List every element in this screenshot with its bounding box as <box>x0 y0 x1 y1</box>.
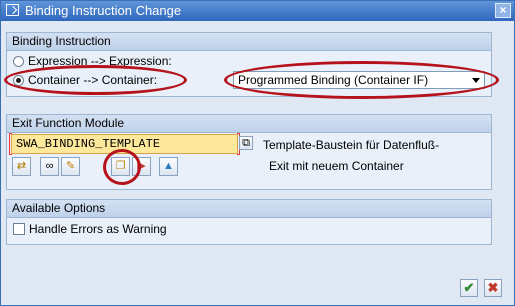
available-options-heading: Available Options <box>7 200 491 218</box>
glasses-icon: ∞ <box>45 160 54 172</box>
window-title: Binding Instruction Change <box>25 3 182 18</box>
annotation-ellipse-binding-select <box>224 61 499 99</box>
check-icon: ✔ <box>463 280 475 295</box>
dialog-icon <box>6 4 19 16</box>
module-description-line2: Exit mit neuem Container <box>269 159 404 173</box>
close-button[interactable]: × <box>495 3 511 18</box>
exit-function-module-heading: Exit Function Module <box>7 115 491 133</box>
cancel-button[interactable]: ✖ <box>484 279 502 297</box>
cancel-icon: ✖ <box>487 280 499 295</box>
module-description-line1: Template-Baustein für Datenfluß- <box>263 138 440 152</box>
image-icon: ▲ <box>163 160 174 172</box>
copy-module-button[interactable]: ⧉ <box>239 136 253 150</box>
binding-instruction-heading: Binding Instruction <box>7 33 491 51</box>
annotation-ellipse-copy-button <box>103 149 141 185</box>
pencil-icon: ✎ <box>65 160 76 172</box>
handle-errors-label: Handle Errors as Warning <box>29 222 167 236</box>
change-icon: ⇄ <box>16 160 27 172</box>
binding-instruction-dialog: Binding Instruction Change × Binding Ins… <box>0 0 515 306</box>
image-button[interactable]: ▲ <box>159 157 178 176</box>
edit-button[interactable]: ✎ <box>61 157 80 176</box>
display-button[interactable]: ∞ <box>40 157 59 176</box>
change-button[interactable]: ⇄ <box>12 157 31 176</box>
expression-radio[interactable] <box>13 56 24 67</box>
handle-errors-checkbox[interactable] <box>13 223 25 235</box>
annotation-ellipse-container-radio <box>4 65 187 95</box>
confirm-button[interactable]: ✔ <box>460 279 478 297</box>
title-bar: Binding Instruction Change × <box>1 1 514 21</box>
